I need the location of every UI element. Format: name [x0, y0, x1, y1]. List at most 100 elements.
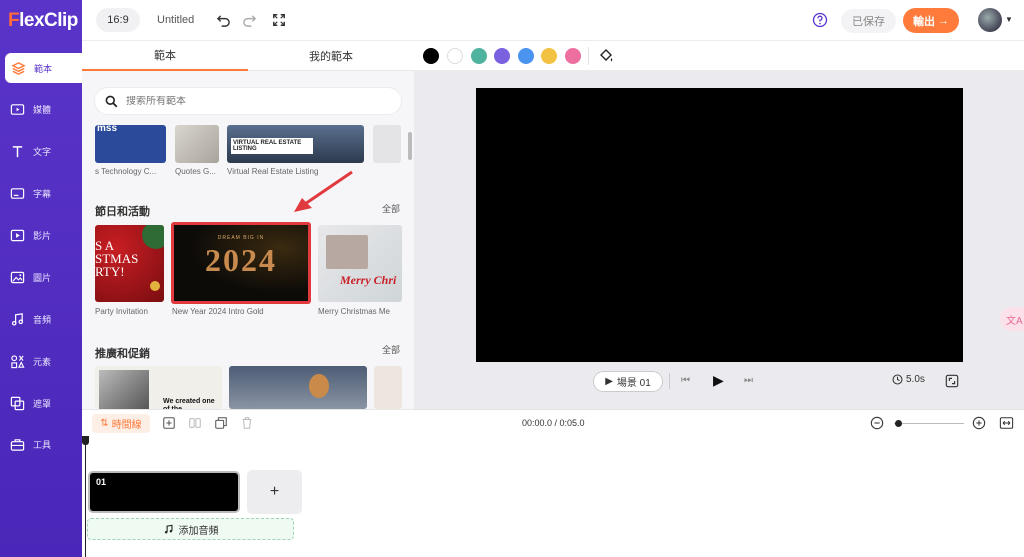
- subtitle-icon: [10, 187, 25, 199]
- export-button[interactable]: 輸出 →: [903, 8, 959, 33]
- scene-clip[interactable]: 01: [88, 471, 240, 513]
- template-thumb-party-invitation[interactable]: S A STMAS RTY!: [95, 225, 164, 302]
- elements-icon: [11, 354, 25, 368]
- fit-timeline-icon[interactable]: [999, 416, 1014, 430]
- split-icon[interactable]: [188, 416, 202, 430]
- video-canvas[interactable]: [476, 88, 963, 362]
- thumb-title: S A STMAS RTY!: [95, 238, 139, 279]
- sidebar-item-overlays[interactable]: 遮罩: [0, 388, 82, 418]
- thumb-subtitle: DREAM BIG IN: [217, 235, 265, 241]
- duplicate-icon[interactable]: [214, 416, 228, 430]
- timeline-toggle-button[interactable]: ⇅ 時間線: [92, 414, 150, 433]
- template-thumb-promo-1[interactable]: We created one of the: [95, 366, 222, 409]
- sidebar-item-media[interactable]: 媒體: [0, 94, 82, 124]
- add-scene-button[interactable]: +: [247, 470, 302, 514]
- expand-icon[interactable]: [945, 374, 959, 388]
- flexclip-logo[interactable]: FlexClip: [8, 10, 78, 32]
- template-thumb-merry-christmas[interactable]: Merry Chri: [318, 225, 402, 302]
- fullscreen-toggle-icon[interactable]: [270, 11, 288, 29]
- template-thumb-promo-2[interactable]: [229, 366, 367, 409]
- sidebar-item-tools[interactable]: 工具: [0, 429, 82, 459]
- project-title[interactable]: Untitled: [157, 14, 194, 26]
- play-icon[interactable]: ▶: [713, 372, 724, 389]
- clock-icon: [892, 374, 903, 385]
- timeline-tracks: 01 + 添加音頻: [82, 436, 1024, 557]
- scene-label: 場景 01: [616, 378, 651, 389]
- aspect-ratio-button[interactable]: 16:9: [96, 8, 140, 32]
- scene-play-button[interactable]: ▶ 場景 01: [593, 371, 663, 392]
- image-icon: [10, 271, 25, 283]
- color-swatch-yellow[interactable]: [541, 48, 557, 64]
- translate-icon: 文A: [1006, 315, 1023, 327]
- sidebar-item-templates[interactable]: 範本: [5, 53, 82, 83]
- sidebar-item-audio[interactable]: 音頻: [0, 304, 82, 334]
- template-thumb-quotes[interactable]: [175, 125, 219, 163]
- template-thumb-technology[interactable]: mss: [95, 125, 166, 163]
- template-thumb-partial[interactable]: [373, 125, 401, 163]
- video-icon: [10, 229, 25, 241]
- sidebar-item-label: 字幕: [33, 188, 52, 199]
- search-box[interactable]: [94, 87, 402, 115]
- skip-previous-icon[interactable]: ⏮: [681, 375, 690, 386]
- search-input[interactable]: [126, 95, 376, 107]
- clip-label: 01: [96, 477, 107, 487]
- color-swatch-purple[interactable]: [494, 48, 510, 64]
- color-toolbar: [414, 41, 1024, 71]
- sidebar-item-video[interactable]: 影片: [0, 220, 82, 250]
- sidebar-item-text[interactable]: 文字: [0, 136, 82, 166]
- color-swatch-pink[interactable]: [565, 48, 581, 64]
- avatar[interactable]: [978, 8, 1002, 32]
- template-label: Quotes G...: [175, 167, 216, 176]
- playhead[interactable]: [85, 437, 86, 557]
- tab-templates[interactable]: 範本: [82, 41, 248, 71]
- timecode-display: 00:00.0 / 0:05.0: [522, 418, 585, 428]
- zoom-out-icon[interactable]: [870, 416, 884, 430]
- sidebar: FlexClip 範本 媒體 文字 字幕 影片 圖片 音頻 元素 遮罩 工具: [0, 0, 82, 557]
- play-icon: ▶: [605, 376, 613, 387]
- top-bar: 16:9 Untitled 已保存 輸出 → ▼: [82, 0, 1024, 41]
- chevron-down-icon[interactable]: ▼: [1005, 15, 1013, 24]
- color-swatch-blue[interactable]: [518, 48, 534, 64]
- color-swatch-white[interactable]: [447, 48, 463, 64]
- zoom-slider-handle[interactable]: [895, 420, 902, 427]
- media-folder-icon: [10, 103, 25, 115]
- undo-icon[interactable]: [214, 11, 232, 29]
- sidebar-item-elements[interactable]: 元素: [0, 346, 82, 376]
- saved-status-button[interactable]: 已保存: [841, 9, 896, 33]
- zoom-in-icon[interactable]: [972, 416, 986, 430]
- duration-display[interactable]: 5.0s: [892, 374, 925, 385]
- template-thumb-new-year-2024[interactable]: DREAM BIG IN 2024: [171, 222, 311, 304]
- trash-icon[interactable]: [240, 416, 254, 430]
- paint-bucket-icon[interactable]: [598, 48, 614, 64]
- sidebar-item-label: 工具: [33, 439, 52, 450]
- template-label: New Year 2024 Intro Gold: [172, 307, 264, 316]
- playhead-handle[interactable]: [82, 436, 89, 445]
- template-thumb-promo-3[interactable]: [374, 366, 402, 409]
- sidebar-item-subtitles[interactable]: 字幕: [0, 178, 82, 208]
- translate-float-button[interactable]: 文A: [1000, 307, 1024, 331]
- search-icon: [105, 95, 118, 107]
- see-all-holidays-link[interactable]: 全部: [382, 202, 400, 215]
- music-note-icon: [164, 524, 172, 533]
- template-panel: 範本 我的範本 mss VIRTUAL REAL ESTATE LISTING …: [82, 41, 414, 409]
- section-title-holidays: 節日和活動: [95, 206, 150, 218]
- sidebar-item-images[interactable]: 圖片: [0, 262, 82, 292]
- scrollbar[interactable]: [408, 132, 412, 160]
- zoom-slider-track[interactable]: [894, 423, 964, 424]
- sidebar-item-label: 影片: [33, 230, 52, 241]
- timeline-toolbar: ⇅ 時間線 00:00.0 / 0:05.0: [82, 409, 1024, 437]
- template-thumb-real-estate[interactable]: VIRTUAL REAL ESTATE LISTING: [227, 125, 364, 163]
- redo-icon[interactable]: [240, 11, 258, 29]
- thumb-title: 2024: [205, 242, 277, 278]
- color-swatch-teal[interactable]: [471, 48, 487, 64]
- skip-next-icon[interactable]: ⏭: [744, 375, 753, 386]
- section-title-promotion: 推廣和促銷: [95, 348, 150, 360]
- tab-my-templates[interactable]: 我的範本: [248, 41, 414, 71]
- see-all-promotion-link[interactable]: 全部: [382, 343, 400, 356]
- help-icon[interactable]: [811, 11, 829, 29]
- text-icon: [12, 145, 23, 157]
- sidebar-item-label: 遮罩: [33, 398, 52, 409]
- add-scene-icon[interactable]: [162, 416, 176, 430]
- add-audio-button[interactable]: 添加音頻: [87, 518, 294, 540]
- color-swatch-black[interactable]: [423, 48, 439, 64]
